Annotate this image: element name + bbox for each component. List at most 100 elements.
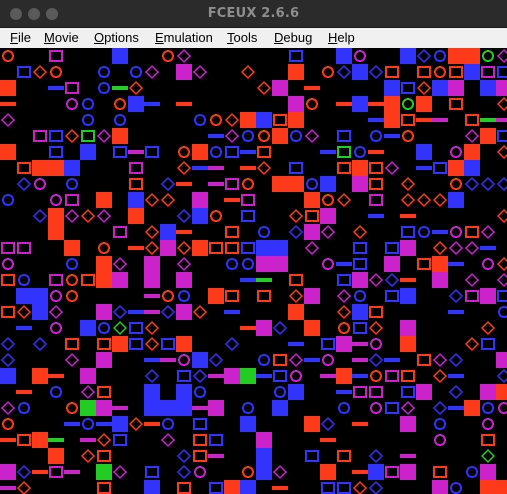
screen-tile xyxy=(416,144,432,160)
menu-emulation[interactable]: Emulation xyxy=(155,30,213,46)
screen-tile xyxy=(96,224,112,240)
screen-tile xyxy=(226,258,238,270)
screen-tile xyxy=(17,162,31,174)
screen-tile xyxy=(16,448,32,464)
screen-tile xyxy=(496,96,507,112)
screen-tile xyxy=(370,338,382,350)
screen-tile xyxy=(432,118,448,122)
screen-tile xyxy=(432,320,448,336)
screen-tile xyxy=(96,272,112,288)
screen-tile xyxy=(192,48,208,64)
screen-tile xyxy=(320,224,336,240)
screen-tile xyxy=(224,352,240,368)
screen-tile xyxy=(417,66,431,78)
screen-tile xyxy=(288,112,304,128)
screen-tile xyxy=(256,304,272,320)
screen-tile xyxy=(368,48,384,64)
menu-tools[interactable]: Tools xyxy=(227,30,257,46)
screen-tile xyxy=(128,272,144,288)
screen-tile xyxy=(432,96,448,112)
screen-tile xyxy=(352,432,368,448)
menu-debug[interactable]: Debug xyxy=(274,30,312,46)
screen-tile xyxy=(50,322,62,334)
screen-tile xyxy=(0,112,16,128)
screen-tile xyxy=(482,50,494,62)
screen-tile xyxy=(112,368,128,384)
screen-tile xyxy=(432,368,448,384)
screen-tile xyxy=(112,64,128,80)
screen-tile xyxy=(256,278,272,282)
screen-tile xyxy=(384,336,400,352)
screen-tile xyxy=(416,304,432,320)
screen-tile xyxy=(320,150,336,154)
screen-tile xyxy=(256,416,272,432)
screen-tile xyxy=(225,146,239,158)
screen-tile xyxy=(369,306,383,318)
screen-tile xyxy=(160,64,176,80)
screen-tile xyxy=(32,432,48,448)
menu-emulation-rest: mulation xyxy=(163,30,213,45)
screen-tile xyxy=(320,48,336,64)
screen-tile xyxy=(352,64,368,80)
screen-tile xyxy=(208,384,224,400)
screen-tile xyxy=(96,160,112,176)
screen-tile xyxy=(32,448,48,464)
screen-tile xyxy=(128,246,144,250)
screen-tile xyxy=(16,352,32,368)
screen-tile xyxy=(448,48,464,64)
screen-tile xyxy=(34,178,46,190)
screen-tile xyxy=(272,208,288,224)
menu-file[interactable]: File xyxy=(10,30,31,46)
screen-tile xyxy=(384,144,400,160)
screen-tile xyxy=(400,352,416,368)
menu-options[interactable]: Options xyxy=(94,30,139,46)
screen-tile xyxy=(337,450,351,462)
screen-tile xyxy=(448,374,464,378)
emulator-screen[interactable] xyxy=(0,48,507,494)
screen-tile xyxy=(368,102,384,106)
screen-tile xyxy=(448,192,464,208)
screen-tile xyxy=(498,306,507,318)
screen-tile xyxy=(385,466,399,478)
screen-tile xyxy=(256,480,272,494)
screen-tile xyxy=(192,320,208,336)
screen-tile xyxy=(336,464,352,480)
screen-tile xyxy=(144,64,160,80)
screen-tile xyxy=(304,224,320,240)
screen-tile xyxy=(242,178,254,190)
screen-tile xyxy=(320,448,336,464)
screen-tile xyxy=(336,416,352,432)
screen-tile xyxy=(258,226,270,238)
screen-tile xyxy=(0,438,16,442)
screen-tile xyxy=(176,230,192,234)
screen-tile xyxy=(416,336,432,352)
menu-help[interactable]: Help xyxy=(328,30,355,46)
screen-tile xyxy=(225,290,239,302)
screen-tile xyxy=(209,482,223,494)
screen-tile xyxy=(18,274,30,286)
screen-tile xyxy=(176,128,192,144)
screen-tile xyxy=(48,208,64,224)
screen-tile xyxy=(449,66,463,78)
screen-tile xyxy=(112,416,128,432)
screen-tile xyxy=(66,290,78,302)
screen-tile xyxy=(288,80,304,96)
screen-tile xyxy=(464,272,480,288)
screen-tile xyxy=(240,80,256,96)
screen-tile xyxy=(370,402,382,414)
menu-movie[interactable]: Movie xyxy=(44,30,79,46)
screen-tile xyxy=(434,434,446,446)
screen-tile xyxy=(208,272,224,288)
screen-tile xyxy=(96,96,112,112)
title-bar[interactable]: FCEUX 2.6.6 xyxy=(0,0,507,28)
screen-tile xyxy=(257,290,271,302)
screen-tile xyxy=(16,326,32,330)
screen-tile xyxy=(193,434,207,446)
screen-tile xyxy=(160,432,176,448)
screen-tile xyxy=(176,102,192,106)
screen-tile xyxy=(272,80,288,96)
menu-movie-mnemonic: M xyxy=(44,30,55,45)
screen-tile xyxy=(144,80,160,96)
screen-tile xyxy=(144,294,160,298)
screen-tile xyxy=(480,224,496,240)
